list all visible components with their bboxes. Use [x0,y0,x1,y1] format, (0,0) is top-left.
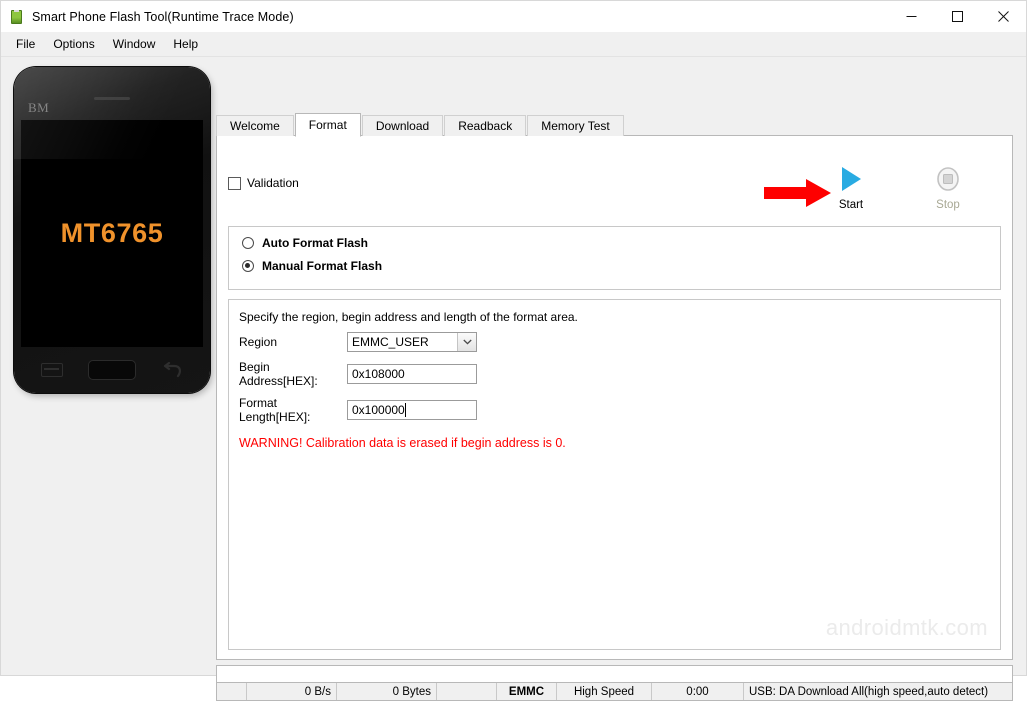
radio-auto-label: Auto Format Flash [262,236,369,250]
radio-manual-format-flash[interactable]: Manual Format Flash [242,259,1000,273]
play-icon [839,164,863,194]
format-mode-group: Auto Format Flash Manual Format Flash [228,226,1001,290]
format-length-field-row: Format Length[HEX]: [239,396,1000,424]
start-label: Start [838,199,864,211]
maximize-button[interactable] [934,1,980,32]
phone-nav-bar [14,347,210,393]
status-area: 0 B/s 0 Bytes EMMC High Speed 0:00 USB: … [216,665,1013,701]
window-controls [888,1,1026,32]
status-cell-speed-mode: High Speed [557,683,652,700]
brand-mark-label: BM [28,100,50,115]
menu-file[interactable]: File [7,34,44,54]
tab-bar: Welcome Format Download Readback Memory … [216,113,625,137]
site-watermark: androidmtk.com [825,615,988,640]
tab-download[interactable]: Download [361,115,444,136]
tab-format[interactable]: Format [294,113,361,137]
chipset-label: MT6765 [60,218,164,248]
main-body: BM MT6765 Welcome Format Download Readba… [1,57,1026,701]
menu-window[interactable]: Window [104,34,165,54]
begin-address-field-row: Begin Address[HEX]: [239,360,1000,388]
status-bar: 0 B/s 0 Bytes EMMC High Speed 0:00 USB: … [216,683,1013,701]
chevron-down-icon[interactable] [457,333,476,351]
phone-mockup: BM MT6765 [14,67,210,393]
window-title: Smart Phone Flash Tool(Runtime Trace Mod… [32,9,294,24]
region-field-row: Region EMMC_USER [239,332,1000,352]
tab-memory-test[interactable]: Memory Test [527,115,624,136]
close-button[interactable] [980,1,1026,32]
back-icon [162,362,183,378]
format-tab-panel: Validation Start Stop Auto Format Flash … [216,135,1013,660]
earpiece-speaker [94,97,130,100]
status-cell-storage: EMMC [497,683,557,700]
stop-icon [936,164,960,194]
validation-label: Validation [247,176,299,190]
status-cell-elapsed: 0:00 [652,683,744,700]
radio-auto-format-flash[interactable]: Auto Format Flash [242,236,1000,250]
region-value: EMMC_USER [352,335,429,349]
radio-indicator [242,260,254,272]
minimize-button[interactable] [888,1,934,32]
status-cell-blank-mid [437,683,497,700]
begin-address-label: Begin Address[HEX]: [239,360,318,388]
stop-button: Stop [914,164,982,211]
manual-format-hint: Specify the region, begin address and le… [239,310,578,324]
region-label: Region [239,335,278,349]
menu-options[interactable]: Options [44,34,103,54]
home-button [88,360,137,380]
radio-manual-label: Manual Format Flash [262,259,383,273]
calibration-warning: WARNING! Calibration data is erased if b… [239,436,566,450]
validation-checkbox[interactable]: Validation [228,176,299,190]
begin-address-input[interactable] [347,364,477,384]
phone-screen: MT6765 [21,120,203,347]
tab-readback[interactable]: Readback [444,115,527,136]
region-select[interactable]: EMMC_USER [347,332,477,352]
menu-icon [40,363,63,377]
status-cell-bytes: 0 Bytes [337,683,437,700]
checkbox-box [228,176,241,190]
menu-bar: File Options Window Help [1,32,1026,57]
manual-format-group: Specify the region, begin address and le… [228,299,1001,650]
tab-welcome[interactable]: Welcome [216,115,294,136]
text-caret [405,403,406,417]
device-preview-pane: BM MT6765 [1,57,216,675]
content-pane: Welcome Format Download Readback Memory … [216,57,1026,701]
app-window: Smart Phone Flash Tool(Runtime Trace Mod… [0,0,1027,701]
format-length-label: Format Length[HEX]: [239,396,311,424]
status-cell-blank-left [217,683,247,700]
status-cell-speed: 0 B/s [247,683,337,700]
format-toolbar: Validation Start Stop [217,136,1012,211]
menu-help[interactable]: Help [164,34,207,54]
stop-label: Stop [936,199,960,211]
flash-tool-icon [9,9,25,25]
start-button[interactable]: Start [817,164,885,211]
progress-bar [216,665,1013,683]
format-length-input[interactable] [347,400,477,420]
radio-indicator [242,237,254,249]
title-bar: Smart Phone Flash Tool(Runtime Trace Mod… [1,1,1026,32]
status-cell-connection: USB: DA Download All(high speed,auto det… [749,685,989,698]
